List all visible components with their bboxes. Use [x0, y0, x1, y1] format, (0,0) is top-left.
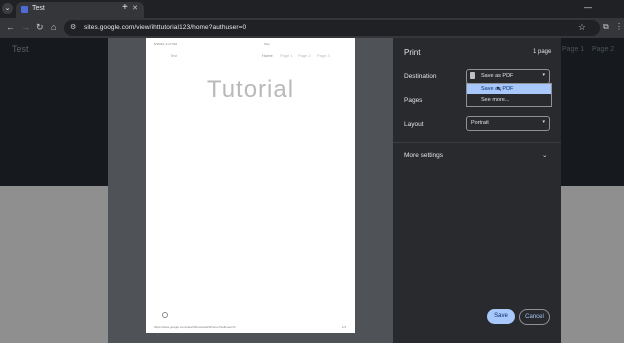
forward-button[interactable]: → [21, 22, 30, 32]
new-tab-button[interactable]: + [122, 3, 128, 13]
address-bar[interactable]: ⚙ sites.google.com/view/ihttutorial123/h… [64, 20, 600, 36]
page-body-background-right [561, 186, 624, 343]
tab-title: Test [32, 5, 45, 12]
preview-nav-page-1: Page 1 [280, 53, 293, 58]
browser-toolbar: ← → ↻ ⌂ ⚙ sites.google.com/view/ihttutor… [0, 18, 624, 39]
page-body-background [0, 186, 108, 343]
cursor-icon: ↖ [496, 86, 502, 93]
preview-header-title: Test [264, 42, 270, 46]
reload-button[interactable]: ↻ [36, 22, 44, 32]
preview-nav-page-3: Page 3 [317, 53, 330, 58]
page-count: 1 page [533, 49, 552, 55]
preview-heading: Tutorial [206, 76, 295, 103]
back-button[interactable]: ← [6, 22, 15, 32]
chevron-down-icon: ⌄ [542, 152, 548, 159]
chevron-down-icon: ▾ [542, 72, 545, 78]
layout-label: Layout [404, 121, 424, 128]
preview-nav-page-2: Page 2 [298, 53, 311, 58]
more-settings-toggle[interactable]: More settings ⌄ [393, 148, 561, 162]
site-nav-page-2[interactable]: Page 2 [592, 46, 614, 53]
destination-select[interactable]: Save as PDF ▾ [466, 69, 550, 84]
destination-value: Save as PDF [481, 73, 514, 79]
option-see-more[interactable]: See more... [467, 95, 551, 105]
site-info-icon[interactable]: ⚙ [70, 23, 76, 31]
preview-page: 6/16/24, 4:17 PM Test Test Home Page 1 P… [146, 38, 355, 333]
preview-nav-home: Home [262, 53, 273, 58]
tab-strip: ⌄ Test ✕ + — [0, 0, 624, 18]
tab-search-button[interactable]: ⌄ [2, 3, 13, 14]
close-icon[interactable]: ✕ [132, 4, 138, 12]
preview-settings-icon [162, 312, 168, 318]
layout-select[interactable]: Portrait ▾ [466, 116, 550, 131]
destination-label: Destination [404, 73, 437, 80]
more-menu-icon[interactable]: ⋮ [615, 22, 623, 32]
cancel-button[interactable]: Cancel [519, 309, 550, 325]
preview-header-date: 6/16/24, 4:17 PM [154, 42, 177, 46]
option-label: See more... [481, 97, 510, 103]
preview-site-name: Test [170, 53, 178, 58]
divider [393, 142, 561, 143]
dialog-title: Print [404, 48, 421, 57]
option-save-as-pdf[interactable]: Save as PDF [467, 84, 551, 94]
site-favicon-icon [21, 6, 28, 13]
extensions-icon[interactable]: ⧉ [603, 22, 609, 32]
home-button[interactable]: ⌂ [51, 22, 56, 32]
print-dialog: Print 1 page Destination Save as PDF ▾ S… [393, 38, 561, 343]
more-settings-label: More settings [404, 152, 444, 159]
destination-dropdown: Save as PDF See more... [466, 83, 552, 107]
minimize-icon[interactable]: — [584, 3, 592, 12]
site-header-background-right [561, 38, 624, 186]
save-button[interactable]: Save [487, 309, 515, 324]
file-icon [470, 72, 475, 79]
site-nav-page-1[interactable]: Page 1 [562, 46, 584, 53]
layout-value: Portrait [471, 120, 489, 126]
preview-footer-page: 1/1 [342, 325, 347, 329]
bookmark-star-icon[interactable]: ☆ [578, 22, 586, 33]
url-text[interactable]: sites.google.com/view/ihttutorial123/hom… [84, 24, 246, 31]
chevron-down-icon: ▾ [542, 119, 545, 125]
preview-footer-url: https://sites.google.com/view/ihttutoria… [154, 325, 236, 329]
site-title: Test [12, 44, 29, 54]
pages-label: Pages [404, 97, 423, 104]
